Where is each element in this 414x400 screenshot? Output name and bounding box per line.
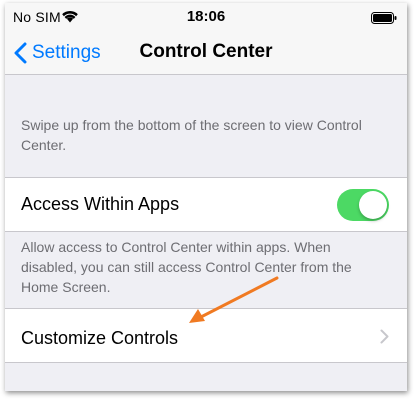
annotation-arrow-icon: [189, 276, 279, 323]
chevron-left-icon: [14, 42, 27, 64]
status-time: 18:06: [186, 8, 226, 25]
status-bar: No SIM 18:06: [5, 3, 407, 31]
access-within-apps-label: Access Within Apps: [21, 194, 180, 214]
navigation-bar: Settings Control Center: [5, 31, 407, 75]
page-title: Control Center: [139, 41, 273, 62]
chevron-right-icon: [380, 329, 389, 344]
access-within-apps-row: Access Within Apps: [5, 177, 407, 232]
customize-controls-label: Customize Controls: [21, 328, 179, 348]
toggle-knob: [359, 191, 387, 219]
battery-icon: [371, 12, 397, 24]
intro-description: Swipe up from the bottom of the screen t…: [21, 117, 362, 153]
access-within-apps-toggle[interactable]: [337, 189, 389, 221]
screenshot-frame: No SIM 18:06 Settings Control Center Swi…: [5, 3, 407, 391]
back-button[interactable]: Settings: [13, 39, 101, 67]
back-label: Settings: [32, 42, 101, 63]
